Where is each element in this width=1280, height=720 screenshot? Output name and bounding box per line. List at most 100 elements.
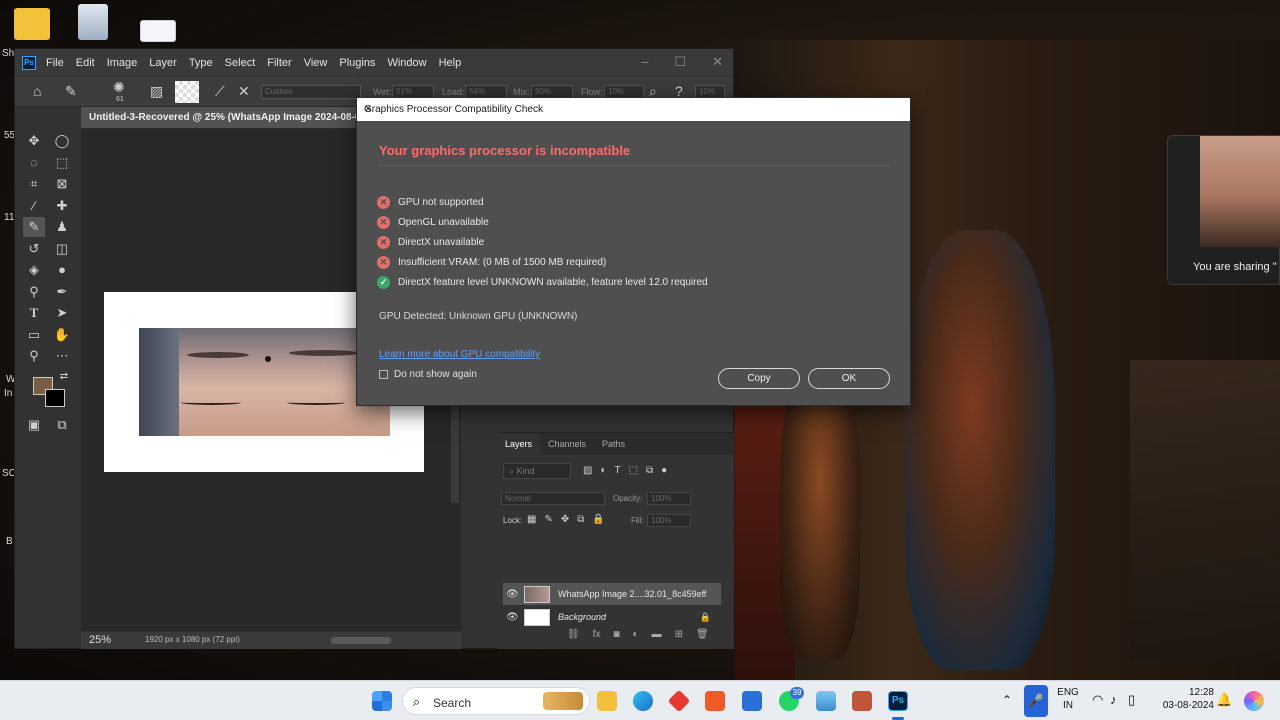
edge-browser-icon[interactable]: [633, 691, 653, 711]
app-box-icon[interactable]: [852, 691, 872, 711]
type-tool-icon[interactable]: T: [23, 303, 45, 323]
lock-icons[interactable]: ▦✎✥⧉🔒: [527, 514, 613, 525]
ok-button[interactable]: OK: [808, 368, 890, 389]
home-icon[interactable]: ⌂: [33, 83, 41, 99]
menu-plugins[interactable]: Plugins: [339, 57, 375, 69]
link-layers-icon[interactable]: ⛓: [567, 629, 580, 640]
menu-window[interactable]: Window: [387, 57, 426, 69]
image-viewer-icon[interactable]: [816, 691, 836, 711]
load-brush-icon[interactable]: ✕: [238, 83, 250, 100]
document-info[interactable]: 1920 px x 1080 px (72 ppi): [145, 635, 240, 644]
notification-bell-icon[interactable]: 🔔: [1216, 692, 1232, 708]
kind-filter-field[interactable]: ⌕ Kind: [503, 463, 571, 479]
lasso-tool-icon[interactable]: ◌: [23, 153, 45, 173]
healing-brush-icon[interactable]: ✚: [51, 196, 73, 216]
menu-help[interactable]: Help: [439, 57, 462, 69]
volume-icon[interactable]: ♪: [1110, 692, 1117, 707]
paint-swatch[interactable]: [175, 81, 199, 103]
more-tools-icon[interactable]: ⋯: [51, 346, 73, 366]
swap-colors-icon[interactable]: ⇄: [53, 367, 75, 387]
minimize-icon[interactable]: –: [641, 54, 648, 70]
menu-file[interactable]: File: [46, 57, 64, 69]
brush-tool-icon[interactable]: ✎: [23, 217, 45, 237]
language-indicator[interactable]: ENG IN: [1056, 687, 1080, 711]
frame-tool-icon[interactable]: ⊠: [51, 174, 73, 194]
fx-icon[interactable]: fx: [593, 629, 601, 640]
preset-dropdown[interactable]: Custom: [261, 85, 361, 99]
tab-channels[interactable]: Channels: [540, 433, 594, 455]
file-explorer-icon[interactable]: [597, 691, 617, 711]
dodge-tool-icon[interactable]: ⚲: [23, 282, 45, 302]
copilot-icon[interactable]: [1244, 691, 1264, 711]
new-group-icon[interactable]: ▬: [652, 629, 662, 640]
hand-tool-icon[interactable]: ✋: [51, 325, 73, 345]
photoshop-taskbar-icon[interactable]: Ps: [888, 691, 908, 711]
delete-layer-icon[interactable]: 🗑: [696, 629, 709, 640]
visibility-eye-icon[interactable]: 👁: [506, 589, 520, 600]
path-select-icon[interactable]: ➤: [51, 303, 73, 323]
checkbox-box[interactable]: [379, 370, 388, 379]
placed-photo[interactable]: [139, 328, 390, 436]
brave-browser-icon[interactable]: [705, 691, 725, 711]
microphone-icon[interactable]: 🎤: [1024, 685, 1048, 717]
move-tool-icon[interactable]: ✥: [23, 131, 45, 151]
layer-background[interactable]: 👁 Background 🔒: [503, 606, 721, 628]
horizontal-scrollbar[interactable]: [331, 637, 391, 644]
pen-tool-icon[interactable]: ✒: [51, 282, 73, 302]
background-color-swatch[interactable]: [45, 389, 65, 407]
copy-button[interactable]: Copy: [718, 368, 800, 389]
tab-paths[interactable]: Paths: [594, 433, 633, 455]
menu-image[interactable]: Image: [107, 57, 138, 69]
opacity-field[interactable]: 100%: [647, 492, 691, 505]
brush-settings-icon[interactable]: ▨: [150, 83, 163, 100]
menu-select[interactable]: Select: [225, 57, 256, 69]
mixer-brush-icon[interactable]: ✎: [65, 83, 77, 100]
paint-bucket-icon[interactable]: ◈: [23, 260, 45, 280]
rectangle-tool-icon[interactable]: ▭: [23, 325, 45, 345]
menu-type[interactable]: Type: [189, 57, 213, 69]
close-icon[interactable]: ✕: [712, 54, 723, 70]
eyedropper-icon[interactable]: ⁄: [23, 196, 45, 216]
menu-filter[interactable]: Filter: [267, 57, 291, 69]
wifi-icon[interactable]: ◠: [1092, 692, 1103, 708]
document-thumbnail-icon[interactable]: [140, 20, 176, 42]
eraser-icon[interactable]: ◫: [51, 239, 73, 259]
battery-icon[interactable]: ▯: [1128, 692, 1135, 708]
maximize-icon[interactable]: ☐: [674, 54, 686, 70]
zoom-level[interactable]: 25%: [89, 634, 111, 646]
tab-layers[interactable]: Layers: [497, 433, 541, 455]
zoom-tool-icon[interactable]: ⚲: [23, 346, 45, 366]
menu-edit[interactable]: Edit: [76, 57, 95, 69]
visibility-eye-icon[interactable]: 👁: [506, 612, 520, 623]
layer-whatsapp-image[interactable]: 👁 WhatsApp Image 2....32.01_8c459eff: [503, 583, 721, 605]
menu-layer[interactable]: Layer: [149, 57, 177, 69]
brush-preset-icon[interactable]: ✺: [113, 79, 125, 96]
learn-more-link[interactable]: Learn more about GPU compatibility: [379, 349, 540, 360]
quick-mask-icon[interactable]: ▣: [23, 415, 45, 435]
clean-brush-icon[interactable]: ⟋: [215, 83, 225, 100]
filter-icons[interactable]: ▧◐T⬚⧉●: [583, 465, 675, 476]
clock[interactable]: 12:28 03-08-2024: [1156, 687, 1214, 711]
do-not-show-checkbox[interactable]: Do not show again: [379, 369, 477, 380]
marquee-tool-icon[interactable]: ◯: [51, 131, 73, 151]
adjustment-layer-icon[interactable]: ◐: [633, 629, 639, 640]
close-icon[interactable]: ✕: [364, 104, 904, 115]
menu-view[interactable]: View: [304, 57, 328, 69]
taskbar-search[interactable]: ⌕ Search: [402, 687, 590, 715]
microsoft-store-icon[interactable]: [742, 691, 762, 711]
stamp-tool-icon[interactable]: ♟: [51, 217, 73, 237]
document-tab[interactable]: Untitled-3-Recovered @ 25% (WhatsApp Ima…: [81, 107, 378, 129]
windows-start-icon[interactable]: [372, 691, 392, 711]
new-layer-icon[interactable]: ⊞: [675, 629, 683, 640]
object-select-icon[interactable]: ⬚: [51, 153, 73, 173]
recycle-bin-icon[interactable]: [78, 4, 108, 40]
fill-field[interactable]: 100%: [647, 514, 691, 527]
blur-tool-icon[interactable]: ●: [51, 260, 73, 280]
folder-icon[interactable]: [14, 8, 50, 40]
show-hidden-icons[interactable]: ⌃: [1002, 693, 1012, 707]
blend-mode-dropdown[interactable]: Normal: [501, 492, 605, 505]
add-mask-icon[interactable]: ◙: [613, 629, 619, 640]
app-diamond-icon[interactable]: [667, 689, 691, 713]
crop-tool-icon[interactable]: ⌗: [23, 174, 45, 194]
screen-mode-icon[interactable]: ⧉: [51, 415, 73, 435]
